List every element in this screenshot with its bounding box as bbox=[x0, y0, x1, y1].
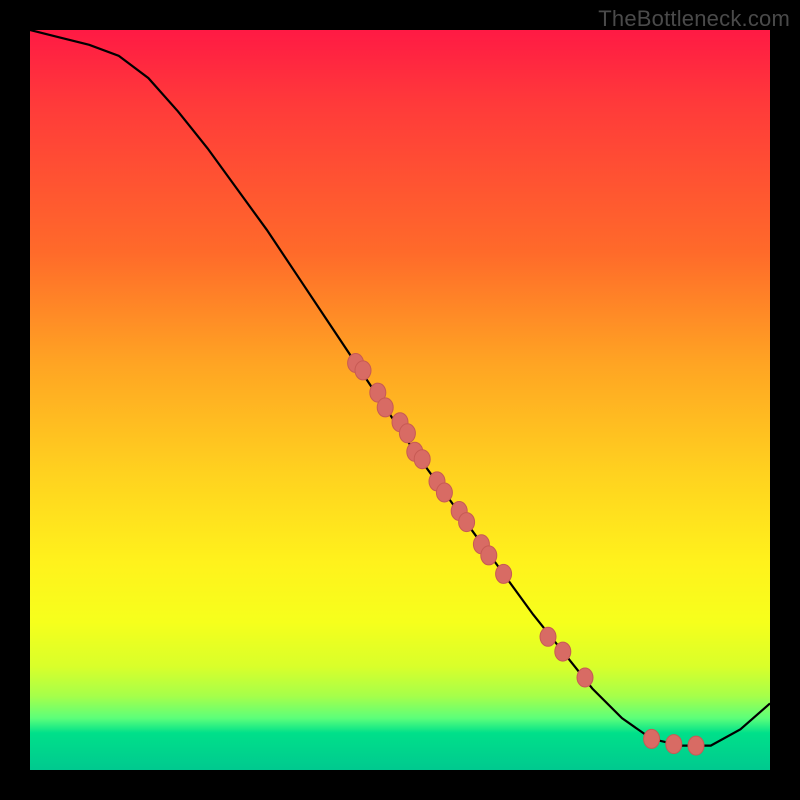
data-marker bbox=[688, 736, 704, 755]
data-marker bbox=[399, 424, 415, 443]
marker-cluster bbox=[348, 354, 704, 756]
data-marker bbox=[644, 729, 660, 748]
watermark-text: TheBottleneck.com bbox=[598, 6, 790, 32]
data-marker bbox=[481, 546, 497, 565]
data-marker bbox=[377, 398, 393, 417]
data-marker bbox=[496, 564, 512, 583]
chart-overlay bbox=[30, 30, 770, 770]
data-marker bbox=[555, 642, 571, 661]
data-marker bbox=[459, 513, 475, 532]
data-marker bbox=[540, 627, 556, 646]
data-marker bbox=[666, 735, 682, 754]
bottleneck-curve bbox=[30, 30, 770, 746]
data-marker bbox=[355, 361, 371, 380]
chart-frame: TheBottleneck.com bbox=[0, 0, 800, 800]
data-marker bbox=[414, 450, 430, 469]
data-marker bbox=[577, 668, 593, 687]
data-marker bbox=[436, 483, 452, 502]
